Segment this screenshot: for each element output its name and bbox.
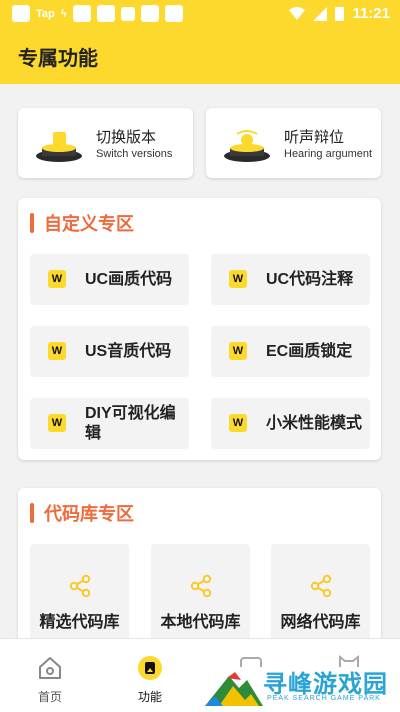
item-label: 网络代码库 bbox=[280, 614, 361, 631]
item-label: US音质代码 bbox=[85, 342, 172, 360]
card-title: 切换版本 bbox=[96, 129, 157, 146]
platform-icon bbox=[224, 130, 270, 162]
section-accent-bar bbox=[30, 213, 34, 233]
uc-code-comment-item[interactable]: W UC代码注释 bbox=[211, 254, 370, 305]
notification-icon bbox=[96, 5, 115, 22]
local-library-item[interactable]: 本地代码库 bbox=[151, 544, 250, 644]
w-icon: W bbox=[229, 270, 247, 288]
card-subtitle: Switch versions bbox=[96, 148, 173, 160]
wifi-icon bbox=[289, 6, 306, 20]
w-icon: W bbox=[229, 414, 247, 432]
tab-label: 功能 bbox=[137, 690, 162, 704]
tab-home[interactable]: 首页 bbox=[20, 655, 80, 705]
tab-features[interactable]: 功能 bbox=[120, 655, 180, 705]
item-label: EC画质锁定 bbox=[266, 342, 353, 360]
card-title: 听声辩位 bbox=[284, 129, 345, 146]
notification-icon bbox=[72, 5, 91, 22]
curated-library-item[interactable]: 精选代码库 bbox=[30, 544, 129, 644]
watermark-text: 寻峰游戏园 bbox=[263, 671, 388, 698]
item-label: UC画质代码 bbox=[85, 270, 173, 288]
custom-section: 自定义专区 W UC画质代码 W UC代码注释 W US音质代码 W EC画质锁… bbox=[18, 198, 381, 460]
item-label: DIY可视化编辑 bbox=[85, 404, 176, 442]
diy-visual-edit-item[interactable]: W DIY可视化编辑 bbox=[30, 398, 189, 449]
status-icons-left: Tap ϟ bbox=[12, 5, 183, 22]
section-title: 自定义专区 bbox=[44, 214, 134, 234]
notification-icon bbox=[164, 5, 183, 22]
switch-version-card[interactable]: 切换版本 Switch versions bbox=[18, 108, 193, 178]
section-title: 代码库专区 bbox=[44, 504, 134, 524]
network-library-item[interactable]: 网络代码库 bbox=[271, 544, 370, 644]
w-icon: W bbox=[48, 342, 66, 360]
watermark-subtext: PEAK SEARCH GAME PARK bbox=[267, 695, 381, 702]
page-title: 专属功能 bbox=[18, 48, 98, 70]
section-accent-bar bbox=[30, 503, 34, 523]
item-label: UC代码注释 bbox=[266, 270, 354, 288]
share-icon bbox=[69, 574, 91, 598]
notification-icon bbox=[140, 5, 159, 22]
card-subtitle: Hearing argument bbox=[284, 148, 373, 160]
item-label: 本地代码库 bbox=[160, 614, 241, 631]
signal-icon bbox=[313, 6, 328, 21]
features-icon bbox=[138, 656, 162, 680]
notification-icon bbox=[12, 5, 30, 22]
notification-icon bbox=[120, 6, 135, 21]
watermark-logo-icon bbox=[205, 672, 263, 706]
app-header: 专属功能 bbox=[0, 28, 400, 84]
us-audio-code-item[interactable]: W US音质代码 bbox=[30, 326, 189, 377]
library-section: 代码库专区 精选代码库 本地代码库 网络代码库 bbox=[18, 488, 381, 658]
item-label: 小米性能模式 bbox=[266, 414, 363, 432]
ec-quality-lock-item[interactable]: W EC画质锁定 bbox=[211, 326, 370, 377]
status-bar: Tap ϟ 11:21 bbox=[0, 0, 400, 28]
battery-icon bbox=[335, 7, 345, 21]
status-time: 11:21 bbox=[352, 5, 390, 22]
home-icon bbox=[39, 657, 61, 679]
watermark: 寻峰游戏园 PEAK SEARCH GAME PARK bbox=[205, 664, 400, 711]
uc-quality-code-item[interactable]: W UC画质代码 bbox=[30, 254, 189, 305]
share-icon bbox=[190, 574, 212, 598]
item-label: 精选代码库 bbox=[39, 614, 120, 631]
status-icons-right: 11:21 bbox=[289, 5, 390, 22]
w-icon: W bbox=[48, 414, 66, 432]
w-icon: W bbox=[48, 270, 66, 288]
hearing-argument-card[interactable]: 听声辩位 Hearing argument bbox=[206, 108, 381, 178]
tab-label: 首页 bbox=[37, 690, 62, 704]
xiaomi-performance-item[interactable]: W 小米性能模式 bbox=[211, 398, 370, 449]
section-header: 代码库专区 bbox=[30, 500, 134, 526]
flash-icon: ϟ bbox=[60, 7, 67, 20]
section-header: 自定义专区 bbox=[30, 210, 134, 236]
platform-icon bbox=[36, 132, 82, 162]
status-app-label: Tap bbox=[36, 7, 55, 20]
share-icon bbox=[310, 574, 332, 598]
w-icon: W bbox=[229, 342, 247, 360]
